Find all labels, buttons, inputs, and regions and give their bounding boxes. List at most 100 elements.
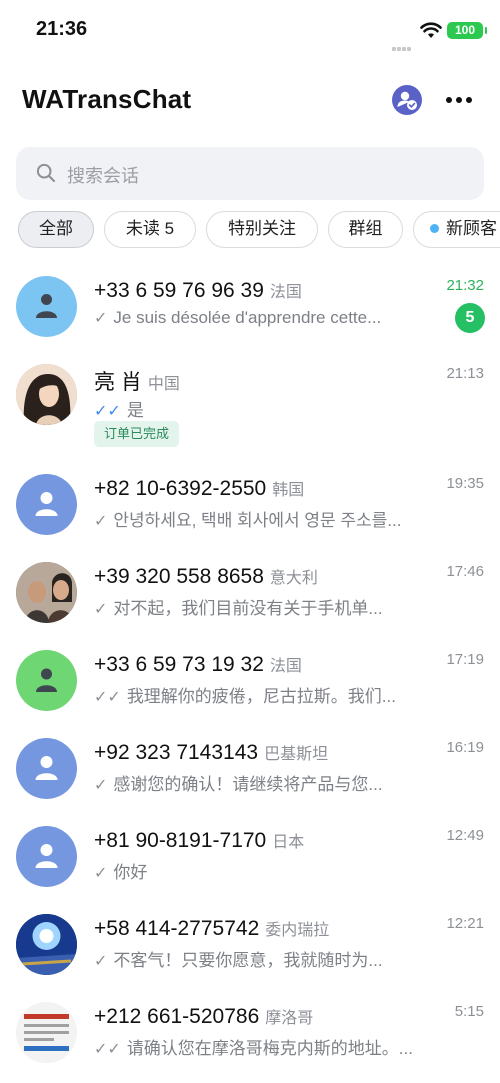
chat-message: 请确认您在摩洛哥梅克内斯的地址。...	[126, 1039, 413, 1058]
contact-verified-icon[interactable]	[392, 85, 422, 115]
chat-title: +33 6 59 73 19 32 法国	[94, 652, 302, 677]
chat-preview: ✓ 不客气！只要你愿意，我就随时为...	[94, 946, 430, 971]
chat-name: +39 320 558 8658	[94, 565, 264, 588]
chat-country: 法国	[269, 284, 302, 301]
wifi-icon	[420, 22, 442, 40]
sent-check-icon: ✓	[94, 953, 108, 970]
search-input[interactable]: 搜索会话	[67, 162, 139, 188]
chat-time: 12:21	[446, 915, 484, 932]
delivered-check-icon: ✓✓	[94, 1041, 121, 1058]
chat-country: 意大利	[269, 570, 318, 587]
new-customer-dot-icon	[430, 224, 439, 233]
sent-check-icon: ✓	[94, 601, 108, 618]
chat-preview: ✓ 对不起，我们目前没有关于手机单...	[94, 594, 430, 619]
avatar	[16, 914, 77, 975]
status-bar: 21:36 100	[0, 0, 500, 60]
avatar	[16, 364, 77, 425]
chat-name: 亮 肖	[94, 371, 142, 394]
chat-title: +81 90-8191-7170 日本	[94, 828, 304, 853]
chat-time: 16:19	[446, 739, 484, 756]
chat-message: 안녕하세요, 택배 회사에서 영문 주소를...	[113, 511, 402, 530]
chat-message: 你好	[113, 863, 148, 882]
chat-name: +81 90-8191-7170	[94, 829, 267, 852]
chat-country: 摩洛哥	[265, 1010, 314, 1027]
search-bar[interactable]: 搜索会话	[16, 147, 484, 200]
chat-country: 巴基斯坦	[264, 746, 329, 763]
chat-message: 对不起，我们目前没有关于手机单...	[113, 599, 383, 618]
chat-time: 5:15	[454, 1003, 484, 1020]
chat-message: Je suis désolée d'apprendre cette...	[113, 308, 382, 327]
signal-icon	[392, 33, 414, 51]
avatar	[16, 738, 77, 799]
chat-name: +33 6 59 76 96 39	[94, 279, 264, 302]
filter-chips: 全部 未读 5 特别关注 群组 新顾客	[0, 211, 500, 249]
chat-title: +212 661-520786 摩洛哥	[94, 1004, 313, 1029]
chat-time: 21:32	[446, 277, 484, 294]
chat-title: +82 10-6392-2550 韩国	[94, 476, 304, 501]
sent-check-icon: ✓	[94, 513, 108, 530]
chat-title: +33 6 59 76 96 39 法国	[94, 278, 302, 303]
order-status-tag: 订单已完成	[94, 421, 180, 447]
filter-chip-starred[interactable]: 特别关注	[206, 211, 318, 248]
chat-preview: ✓✓ 请确认您在摩洛哥梅克内斯的地址。...	[94, 1034, 430, 1059]
chat-name: +82 10-6392-2550	[94, 477, 267, 500]
chat-message: 不客气！只要你愿意，我就随时为...	[113, 951, 383, 970]
chat-row[interactable]: +81 90-8191-7170 日本 ✓ 你好 12:49	[0, 816, 500, 904]
delivered-check-icon: ✓✓	[94, 689, 121, 706]
chat-row[interactable]: +92 323 7143143 巴基斯坦 ✓ 感谢您的确认！请继续将产品与您... …	[0, 728, 500, 816]
chat-row[interactable]: +82 10-6392-2550 韩国 ✓ 안녕하세요, 택배 회사에서 영문 주소…	[0, 464, 500, 552]
sent-check-icon: ✓	[94, 865, 108, 882]
sent-check-icon: ✓	[94, 777, 108, 794]
filter-chip-new-customers-label: 新顾客	[446, 219, 497, 238]
chat-title: +58 414-2775742 委内瑞拉	[94, 916, 329, 941]
chat-message: 我理解你的疲倦，尼古拉斯。我们...	[126, 687, 396, 706]
chat-message: 感谢您的确认！请继续将产品与您...	[113, 775, 383, 794]
chat-country: 日本	[272, 834, 305, 851]
chat-name: +58 414-2775742	[94, 917, 260, 940]
chat-preview: ✓ Je suis désolée d'apprendre cette...	[94, 308, 430, 328]
sent-check-icon: ✓	[94, 310, 108, 327]
chat-title: +39 320 558 8658 意大利	[94, 564, 318, 589]
chat-time: 19:35	[446, 475, 484, 492]
filter-chip-all[interactable]: 全部	[18, 211, 94, 248]
avatar	[16, 1002, 77, 1063]
chat-title: +92 323 7143143 巴基斯坦	[94, 740, 328, 765]
chat-row[interactable]: 亮 肖中国 ✓✓ 是 订单已完成 21:13	[0, 352, 500, 452]
chat-preview: ✓✓ 我理解你的疲倦，尼古拉斯。我们...	[94, 682, 430, 707]
chat-preview: ✓✓ 是	[94, 396, 430, 421]
chat-preview: ✓ 你好	[94, 858, 430, 883]
chat-row[interactable]: +39 320 558 8658 意大利 ✓ 对不起，我们目前没有关于手机单... …	[0, 552, 500, 640]
chat-country: 法国	[269, 658, 302, 675]
chat-time: 17:19	[446, 651, 484, 668]
chat-name: +92 323 7143143	[94, 741, 259, 764]
chat-time: 21:13	[446, 365, 484, 382]
avatar	[16, 562, 77, 623]
chat-time: 12:49	[446, 827, 484, 844]
chat-row[interactable]: +33 6 59 76 96 39 法国 ✓ Je suis désolée d'a…	[0, 264, 500, 352]
chat-row[interactable]: +58 414-2775742 委内瑞拉 ✓ 不客气！只要你愿意，我就随时为... …	[0, 904, 500, 992]
chat-country: 委内瑞拉	[265, 922, 330, 939]
more-horizontal-icon[interactable]	[446, 88, 480, 112]
status-time: 21:36	[36, 18, 88, 40]
battery-indicator: 100	[447, 22, 487, 39]
filter-chip-groups[interactable]: 群组	[328, 211, 403, 248]
filter-chip-new-customers[interactable]: 新顾客	[413, 211, 500, 248]
chat-preview: ✓ 안녕하세요, 택배 회사에서 영문 주소를...	[94, 506, 430, 531]
chat-name: +33 6 59 73 19 32	[94, 653, 264, 676]
filter-chip-unread[interactable]: 未读 5	[104, 211, 196, 248]
avatar	[16, 474, 77, 535]
chat-preview: ✓ 感谢您的确认！请继续将产品与您...	[94, 770, 430, 795]
read-check-icon: ✓✓	[94, 403, 121, 420]
chat-time: 17:46	[446, 563, 484, 580]
app-title: WATransChat	[22, 84, 192, 114]
chat-title: 亮 肖中国	[94, 366, 180, 396]
chat-row[interactable]: +212 661-520786 摩洛哥 ✓✓ 请确认您在摩洛哥梅克内斯的地址。...…	[0, 992, 500, 1080]
chat-row[interactable]: +33 6 59 73 19 32 法国 ✓✓ 我理解你的疲倦，尼古拉斯。我们...…	[0, 640, 500, 728]
chat-country: 中国	[147, 376, 180, 393]
avatar	[16, 276, 77, 337]
chat-name: +212 661-520786	[94, 1005, 260, 1028]
search-icon	[36, 163, 56, 183]
avatar	[16, 826, 77, 887]
avatar	[16, 650, 77, 711]
unread-badge: 5	[455, 303, 485, 333]
